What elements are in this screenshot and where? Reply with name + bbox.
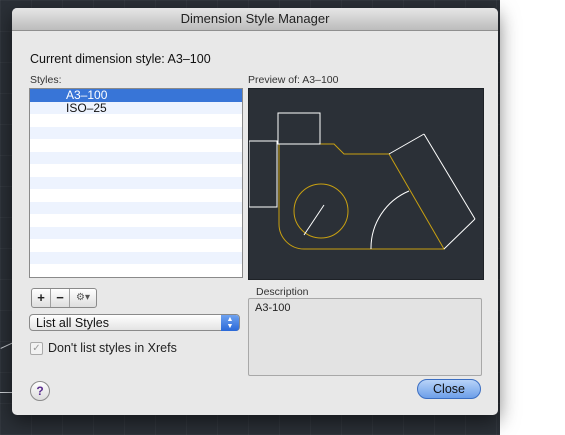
list-empty-row [30,226,242,239]
chevron-updown-icon: ▲ ▼ [221,315,239,331]
description-field: A3-100 [248,298,482,376]
list-empty-row [30,151,242,164]
preview-label: Preview of: A3–100 [248,74,339,86]
list-empty-row [30,189,242,202]
checkmark-icon[interactable]: ✓ [30,341,43,355]
styles-list[interactable]: A3–100 ISO–25 [29,88,243,278]
dimension-style-manager-dialog: Dimension Style Manager Current dimensio… [12,8,498,415]
xref-checkbox-label: Don't list styles in Xrefs [48,341,177,355]
style-filter-value: List all Styles [36,316,109,330]
list-empty-row [30,251,242,264]
plus-icon[interactable]: + [32,289,51,307]
preview-arc [370,190,410,250]
current-dimension-style: Current dimension style: A3–100 [30,52,211,66]
description-label: Description [256,286,309,298]
preview-dimension-line [443,218,476,250]
styles-label: Styles: [30,74,62,86]
preview-drawing [248,112,476,250]
style-item-a3-100[interactable]: A3–100 [30,89,242,102]
style-actions-toolbar: + − ⚙▾ [31,288,97,308]
list-empty-row [30,264,242,277]
preview-outline [278,143,445,250]
style-preview [248,88,484,280]
list-empty-row [30,139,242,152]
xref-checkbox-row: ✓ Don't list styles in Xrefs [30,341,177,355]
style-filter-select[interactable]: List all Styles ▲ ▼ [29,314,240,331]
help-icon[interactable]: ? [30,381,50,401]
preview-dimension-line [388,133,425,155]
style-item-iso-25[interactable]: ISO–25 [30,101,242,114]
list-empty-row [30,201,242,214]
list-empty-row [30,126,242,139]
close-button[interactable]: Close [417,379,481,399]
list-empty-row [30,114,242,127]
preview-circle [293,183,349,239]
minus-icon[interactable]: − [51,289,70,307]
list-empty-row [30,239,242,252]
list-empty-row [30,164,242,177]
preview-radius-line [303,204,325,236]
preview-box-left [248,140,278,208]
gear-icon[interactable]: ⚙▾ [70,289,96,307]
preview-dimension-line [423,133,476,220]
list-empty-row [30,176,242,189]
canvas-margin [500,0,565,435]
list-empty-row [30,214,242,227]
window-title[interactable]: Dimension Style Manager [12,8,498,31]
preview-box-top [277,112,321,145]
